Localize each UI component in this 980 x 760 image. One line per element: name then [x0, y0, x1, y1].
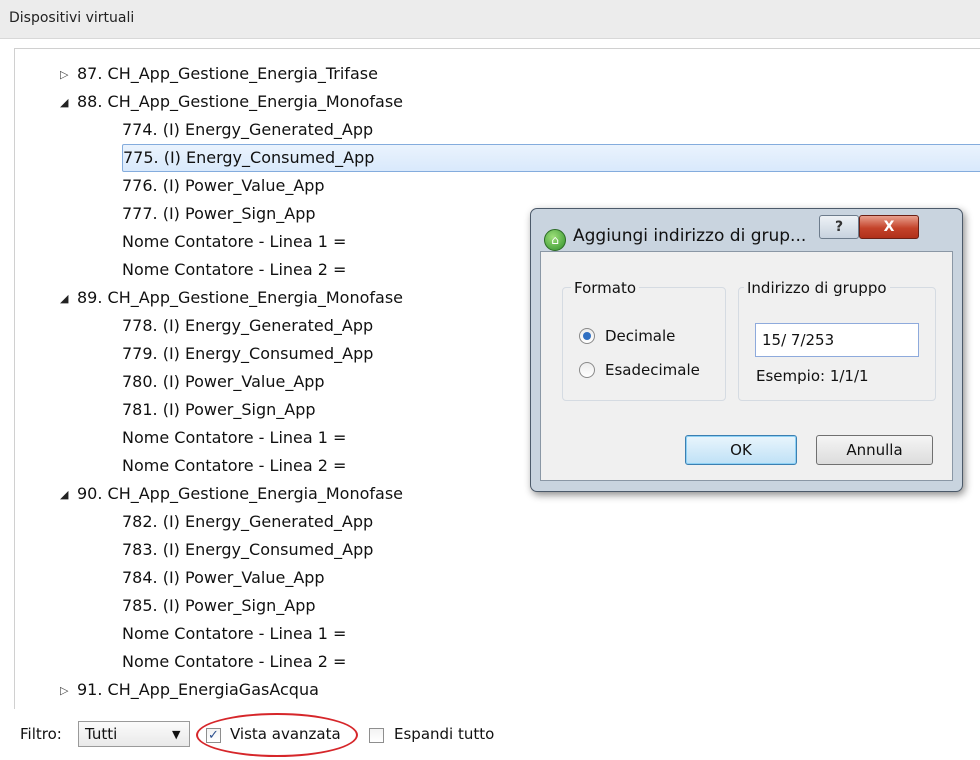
collapse-arrow-icon[interactable]: ◢ [60, 488, 68, 501]
tree-node-object[interactable]: 782. (I) Energy_Generated_App [122, 508, 373, 536]
group-address-input[interactable]: 15/ 7/253 [755, 323, 919, 357]
dialog-title: Aggiungi indirizzo di grup... [573, 226, 807, 246]
decimal-radio[interactable] [579, 328, 595, 344]
tree-node-object[interactable]: 785. (I) Power_Sign_App [122, 592, 316, 620]
tree-node-channel[interactable]: 90. CH_App_Gestione_Energia_Monofase [77, 480, 403, 508]
tree-node-object[interactable]: Nome Contatore - Linea 2 = [122, 256, 346, 284]
tree-node-object[interactable]: 775. (I) Energy_Consumed_App [122, 144, 980, 172]
tree-node-object[interactable]: 783. (I) Energy_Consumed_App [122, 536, 373, 564]
tree-node-object[interactable]: 779. (I) Energy_Consumed_App [122, 340, 373, 368]
tree-node-object[interactable]: 776. (I) Power_Value_App [122, 172, 325, 200]
help-button[interactable]: ? [819, 215, 859, 239]
expand-arrow-icon[interactable]: ▷ [60, 68, 68, 81]
app-home-icon: ⌂ [544, 229, 566, 251]
format-legend: Formato [571, 279, 640, 297]
cancel-button[interactable]: Annulla [816, 435, 933, 465]
expand-all-label[interactable]: Espandi tutto [394, 725, 494, 743]
tree-node-object[interactable]: Nome Contatore - Linea 1 = [122, 620, 346, 648]
tree-node-object[interactable]: 784. (I) Power_Value_App [122, 564, 325, 592]
annotation-ellipse [196, 713, 358, 757]
address-legend: Indirizzo di gruppo [744, 279, 890, 297]
expand-all-checkbox[interactable] [369, 728, 384, 743]
dialog-body: Formato Decimale Esadecimale Indirizzo d… [540, 251, 953, 481]
panel-header: Dispositivi virtuali [0, 0, 980, 39]
tree-node-object[interactable]: Nome Contatore - Linea 2 = [122, 452, 346, 480]
hex-radio[interactable] [579, 362, 595, 378]
tree-node-object[interactable]: Nome Contatore - Linea 1 = [122, 424, 346, 452]
tree-node-channel[interactable]: 91. CH_App_EnergiaGasAcqua [77, 676, 319, 704]
tree-node-object[interactable]: 781. (I) Power_Sign_App [122, 396, 316, 424]
close-button[interactable]: X [859, 215, 919, 239]
tree-node-object[interactable]: Nome Contatore - Linea 2 = [122, 648, 346, 676]
ok-button[interactable]: OK [685, 435, 797, 465]
tree-node-object[interactable]: 777. (I) Power_Sign_App [122, 200, 316, 228]
tree-node-object[interactable]: 774. (I) Energy_Generated_App [122, 116, 373, 144]
example-text: Esempio: 1/1/1 [756, 367, 869, 385]
filter-label: Filtro: [20, 725, 62, 743]
tree-node-object[interactable]: 778. (I) Energy_Generated_App [122, 312, 373, 340]
tree-node-channel[interactable]: 88. CH_App_Gestione_Energia_Monofase [77, 88, 403, 116]
tree-node-channel[interactable]: 89. CH_App_Gestione_Energia_Monofase [77, 284, 403, 312]
panel-title: Dispositivi virtuali [9, 10, 135, 26]
collapse-arrow-icon[interactable]: ◢ [60, 292, 68, 305]
expand-arrow-icon[interactable]: ▷ [60, 684, 68, 697]
tree-node-object[interactable]: Nome Contatore - Linea 1 = [122, 228, 346, 256]
hex-label[interactable]: Esadecimale [605, 361, 700, 379]
chevron-down-icon[interactable]: ▼ [172, 728, 180, 741]
tree-node-object[interactable]: 780. (I) Power_Value_App [122, 368, 325, 396]
collapse-arrow-icon[interactable]: ◢ [60, 96, 68, 109]
tree-node-channel[interactable]: 87. CH_App_Gestione_Energia_Trifase [77, 60, 378, 88]
decimal-label[interactable]: Decimale [605, 327, 675, 345]
add-group-address-dialog: ⌂ Aggiungi indirizzo di grup... ? X Form… [530, 208, 963, 492]
